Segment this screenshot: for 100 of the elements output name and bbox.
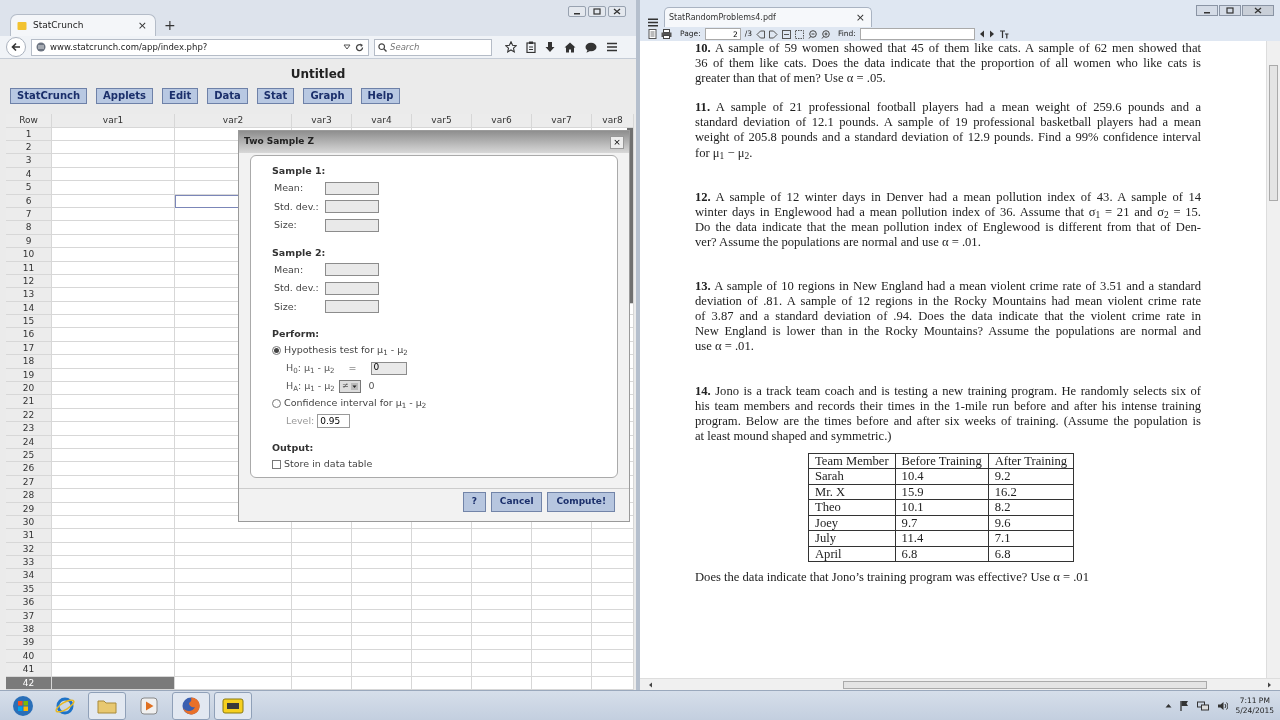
search-field[interactable]: Search [374, 38, 492, 56]
row-label[interactable]: 31 [6, 529, 52, 543]
close-button[interactable] [608, 6, 626, 17]
input-field[interactable] [325, 218, 379, 232]
row-label[interactable]: 39 [6, 636, 52, 650]
show-hidden-icon[interactable] [1164, 703, 1172, 708]
column-header[interactable]: var4 [352, 114, 412, 128]
scroll-left-icon[interactable] [648, 681, 653, 688]
column-header[interactable]: var3 [292, 114, 352, 128]
row-label[interactable]: 33 [6, 556, 52, 570]
dialog-button[interactable]: ? [462, 492, 486, 512]
print-icon[interactable] [661, 29, 672, 39]
previous-icon[interactable] [978, 30, 985, 38]
home-icon[interactable] [564, 41, 576, 53]
reload-icon[interactable] [355, 42, 364, 52]
input-field[interactable] [325, 300, 379, 314]
row-label[interactable]: 23 [6, 422, 52, 436]
menu-button[interactable]: Stat [256, 88, 295, 105]
radio-button[interactable] [272, 346, 281, 355]
close-tab-button[interactable]: × [135, 20, 149, 32]
menu-icon[interactable] [606, 42, 618, 53]
input-field[interactable]: 0 [370, 361, 407, 375]
fit-width-icon[interactable] [782, 29, 791, 39]
row-label[interactable]: 28 [6, 489, 52, 503]
back-button[interactable] [6, 37, 26, 58]
close-button[interactable]: × [610, 135, 624, 149]
column-header[interactable]: Row [6, 114, 52, 128]
vertical-scrollbar-thumb[interactable] [1269, 65, 1278, 201]
input-field[interactable] [325, 281, 379, 295]
rotate-right-icon[interactable] [769, 29, 778, 39]
option-label[interactable]: Store in data table [284, 457, 373, 472]
menu-button[interactable]: Edit [162, 88, 199, 105]
clipboard-icon[interactable] [526, 41, 536, 54]
fit-page-icon[interactable] [795, 29, 804, 39]
row-label[interactable]: 15 [6, 315, 52, 329]
row-label[interactable]: 21 [6, 395, 52, 409]
dialog-button[interactable]: Compute! [547, 492, 615, 512]
menu-button[interactable]: Applets [96, 88, 154, 105]
minimize-button[interactable] [1196, 5, 1218, 16]
scroll-right-icon[interactable] [1267, 681, 1272, 688]
input-field[interactable] [325, 263, 379, 277]
column-header[interactable]: var6 [472, 114, 532, 128]
row-label[interactable]: 38 [6, 623, 52, 637]
row-label[interactable]: 34 [6, 569, 52, 583]
column-header[interactable]: var2 [175, 114, 292, 128]
find-field[interactable] [859, 28, 975, 40]
row-label[interactable]: 3 [6, 154, 52, 168]
row-label[interactable]: 26 [6, 462, 52, 476]
row-label[interactable]: 20 [6, 382, 52, 396]
input-field[interactable] [325, 200, 379, 214]
browser-tab[interactable]: StatCrunch × [10, 14, 156, 37]
row-label[interactable]: 36 [6, 596, 52, 610]
taskbar-app-button[interactable] [172, 691, 210, 720]
taskbar-app-button[interactable] [214, 691, 252, 720]
row-label[interactable]: 8 [6, 221, 52, 235]
rotate-left-icon[interactable] [756, 29, 765, 39]
column-header[interactable]: var7 [532, 114, 592, 128]
star-icon[interactable] [505, 41, 517, 54]
column-header[interactable]: var5 [412, 114, 472, 128]
network-icon[interactable] [1196, 700, 1209, 711]
menu-button[interactable]: Data [207, 88, 248, 105]
menu-button[interactable]: StatCrunch [10, 88, 88, 105]
checkbox[interactable] [272, 460, 281, 469]
row-label[interactable]: 16 [6, 328, 52, 342]
minimize-button[interactable] [568, 6, 586, 17]
row-label[interactable]: 13 [6, 288, 52, 302]
column-header[interactable]: var8 [592, 114, 634, 128]
close-button[interactable] [1242, 5, 1274, 16]
menu-icon[interactable] [648, 18, 658, 27]
field-label: Std. dev.: [274, 199, 320, 214]
address-bar[interactable]: www.statcrunch.com/app/index.php? [31, 38, 369, 56]
download-icon[interactable] [545, 41, 555, 54]
zoom-in-icon[interactable] [821, 29, 830, 39]
chat-icon[interactable] [585, 41, 597, 53]
maximize-button[interactable] [588, 6, 606, 17]
column-header[interactable]: var1 [52, 114, 175, 128]
text-size-icon[interactable] [998, 29, 1009, 39]
close-tab-button[interactable]: × [853, 12, 867, 23]
menu-button[interactable]: Graph [303, 88, 352, 105]
flag-icon[interactable] [1179, 700, 1189, 711]
row-label[interactable]: 41 [6, 663, 52, 677]
document-icon[interactable] [648, 29, 657, 39]
relation-dropdown[interactable]: ≠ [338, 379, 361, 393]
row-label[interactable]: 18 [6, 355, 52, 369]
input-field[interactable]: 0.95 [317, 414, 351, 428]
horizontal-scrollbar-thumb[interactable] [843, 680, 1207, 689]
input-field[interactable] [325, 181, 379, 195]
volume-icon[interactable] [1216, 700, 1228, 711]
option-label[interactable]: Hypothesis test for μ$_{1}$ - μ$_{2}$ [284, 343, 408, 358]
zoom-out-icon[interactable] [808, 29, 817, 39]
next-icon[interactable] [988, 30, 995, 38]
new-tab-button[interactable]: + [164, 18, 176, 37]
dialog-button[interactable]: Cancel [490, 492, 543, 512]
dropdown-caret-icon[interactable] [343, 44, 351, 51]
row-label[interactable]: 10 [6, 248, 52, 262]
row-label[interactable]: 5 [6, 181, 52, 195]
menu-button[interactable]: Help [360, 88, 401, 105]
radio-button[interactable] [272, 399, 281, 408]
option-label[interactable]: Confidence interval for μ$_{1}$ - μ$_{2}$ [284, 396, 427, 411]
document-tab[interactable]: StatRandomProblems4.pdf × [664, 7, 872, 27]
